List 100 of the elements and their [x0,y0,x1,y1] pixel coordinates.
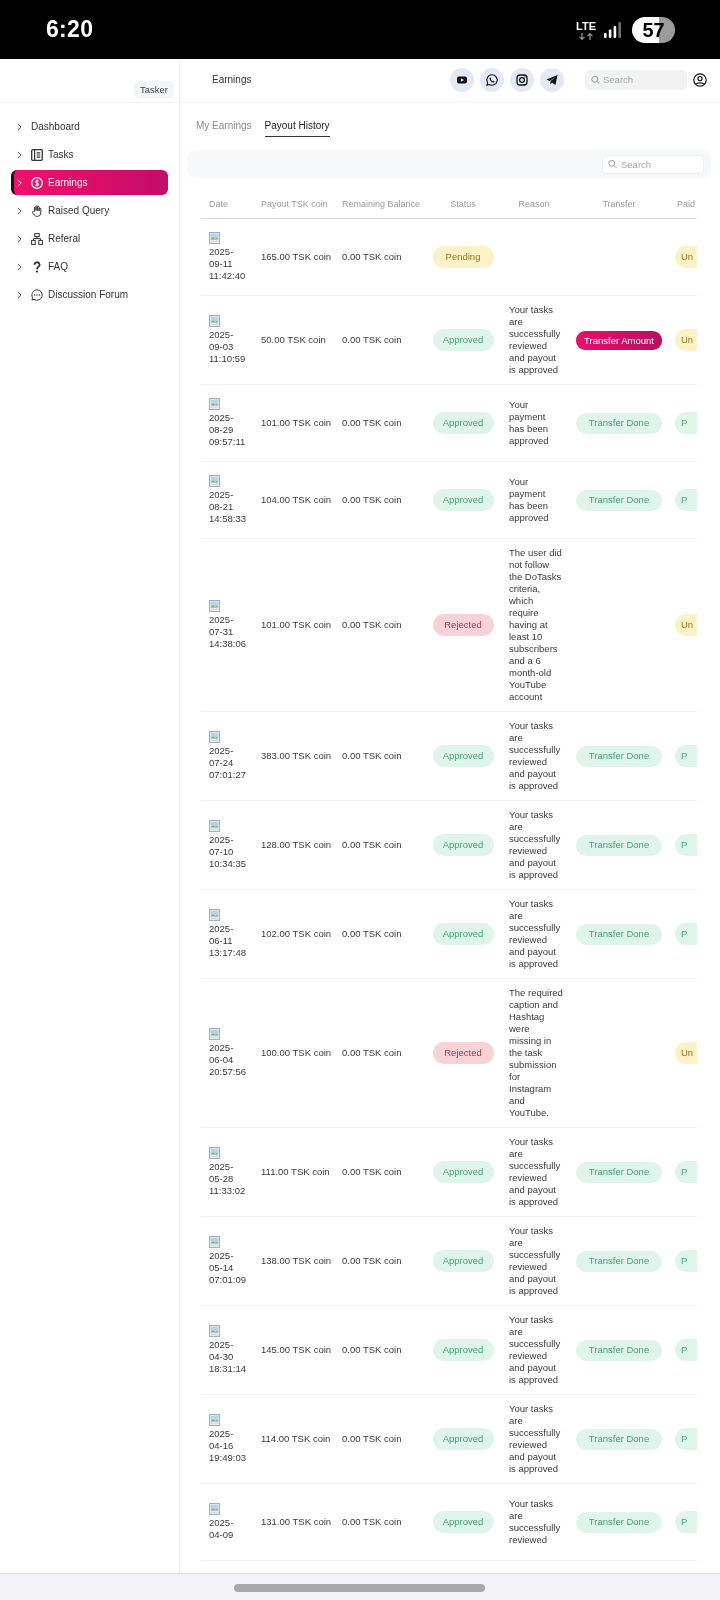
scrollbar-thumb[interactable] [234,1584,485,1592]
reason-text: Your tasks are successfully reviewed and payout is approved [509,809,562,881]
column-header: Reason [518,199,550,209]
sidebar-item[interactable]: Referal [11,226,168,251]
payout-amount: 104.00 TSK coin [261,494,332,505]
sidebar-item[interactable]: Earnings [11,170,168,195]
column-header: Payout TSK coin [261,199,328,209]
status-badge: Approved [432,1161,494,1183]
payout-amount: 50.00 TSK coin [261,334,326,345]
status-badge: Approved [432,834,494,856]
image-icon [209,1503,220,1515]
status-badge: Approved [432,489,494,511]
search-field[interactable]: Search [585,69,687,90]
payout-amount: 145.00 TSK coin [261,1344,332,1355]
balance-amount: 0.00 TSK coin [342,839,402,850]
paid-status-badge: P [675,1511,697,1533]
image-icon [209,820,220,832]
sidebar-item[interactable]: Raised Query [11,198,168,223]
chevron-icon [17,234,22,243]
image-icon [209,232,220,244]
balance-amount: 0.00 TSK coin [342,1516,402,1527]
profile-icon[interactable] [693,72,707,87]
transfer-status-badge: Transfer Done [576,923,662,945]
column-header: Paid [677,199,695,209]
notes-icon [31,148,43,161]
image-icon [209,731,220,743]
transfer-status-badge: Transfer Done [576,1161,662,1183]
balance-amount: 0.00 TSK coin [342,334,402,345]
sidebar-item[interactable]: FAQ [11,254,168,279]
image-icon [209,1028,220,1040]
sidebar-item[interactable]: Dashboard [11,114,168,139]
status-badge: Approved [432,1339,494,1361]
chat-bubble-icon [31,288,43,301]
date-text: 2025-06-11 13:17:48 [209,923,247,959]
image-icon [209,909,220,921]
reason-text: Your tasks are successfully reviewed and payout is approved [509,1403,562,1475]
tab[interactable]: My Earnings [196,116,252,137]
balance-amount: 0.00 TSK coin [342,928,402,939]
date-text: 2025-05-28 11:33:02 [209,1161,247,1197]
reason-text: The required caption and Hashtag were missing in the task submission for Instagram and YouTube. [509,987,563,1119]
payout-amount: 101.00 TSK coin [261,417,332,428]
reason-text: Your tasks are successfully reviewed [509,1498,562,1546]
column-header: Transfer [602,199,636,209]
date-text: 2025-08-21 14:58:33 [209,489,247,525]
transfer-status-badge: Transfer Done [576,745,662,767]
status-badge: Pending [432,246,494,268]
payout-amount: 131.00 TSK coin [261,1516,332,1527]
camera-icon[interactable] [510,67,534,92]
page-title: Earnings [212,74,252,85]
chevron-icon [17,178,22,187]
network-type: LTE [576,21,596,32]
status-badge: Approved [432,412,494,434]
transfer-status-badge: Transfer Done [576,1511,662,1533]
balance-amount: 0.00 TSK coin [342,1433,402,1444]
tab[interactable]: Payout History [264,116,330,137]
org-chart-icon [31,232,43,245]
balance-amount: 0.00 TSK coin [342,750,402,761]
brand-label: Tasker [134,81,174,98]
image-icon [209,600,220,612]
date-text: 2025-04-09 [209,1517,235,1541]
reason-text: Your tasks are successfully reviewed and payout is approved [509,1314,562,1386]
date-text: 2025-07-10 10:34:35 [209,834,247,870]
reason-text: Your tasks are successfully reviewed and payout is approved [509,1225,562,1297]
chevron-icon [17,262,22,271]
chevron-icon [17,206,22,215]
reason-text: Your payment has been approved [509,399,550,447]
reason-text: Your tasks are successfully reviewed and payout is approved [509,720,562,792]
balance-amount: 0.00 TSK coin [342,1255,402,1266]
payout-amount: 138.00 TSK coin [261,1255,332,1266]
status-badge: Approved [432,923,494,945]
sidebar-item[interactable]: Tasks [11,142,168,167]
payout-amount: 102.00 TSK coin [261,928,332,939]
search-field[interactable]: Search [602,154,704,174]
sidebar-item[interactable]: Discussion Forum [11,282,168,307]
image-icon [209,1147,220,1159]
transfer-button[interactable]: Transfer Amount [576,330,662,350]
date-text: 2025-05-14 07:01:09 [209,1250,247,1286]
status-badge: Approved [432,1428,494,1450]
paid-status-badge: Un [675,246,697,268]
paper-plane-icon[interactable] [540,67,564,92]
image-icon [209,398,220,410]
transfer-status-badge: Transfer Done [576,412,662,434]
status-badge: Approved [432,745,494,767]
status-badge: Rejected [432,614,494,636]
balance-amount: 0.00 TSK coin [342,417,402,428]
phone-chat-icon[interactable] [480,67,504,92]
balance-amount: 0.00 TSK coin [342,619,402,630]
balance-amount: 0.00 TSK coin [342,1047,402,1058]
transfer-status-badge: Transfer Done [576,489,662,511]
transfer-status-badge: Transfer Done [576,1428,662,1450]
search-icon [608,159,617,169]
play-icon[interactable] [450,67,474,92]
date-text: 2025-09-03 11:10:59 [209,329,247,365]
status-badge: Approved [432,329,494,351]
reason-text: Your tasks are successfully reviewed and payout is approved [509,304,562,376]
transfer-status-badge: Transfer Done [576,834,662,856]
reason-text: Your payment has been approved [509,476,550,524]
balance-amount: 0.00 TSK coin [342,251,402,262]
paid-status-badge: P [675,745,697,767]
status-badge: Approved [432,1250,494,1272]
